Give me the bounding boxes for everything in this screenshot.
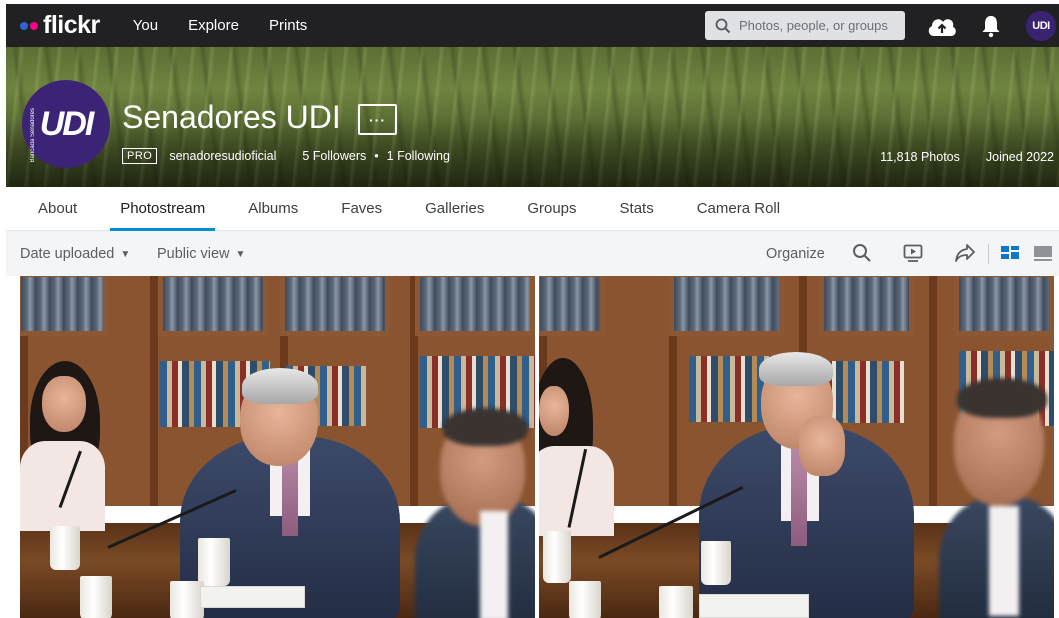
notifications-bell-icon[interactable] (981, 14, 1001, 38)
tab-photostream[interactable]: Photostream (110, 187, 216, 231)
flickr-logo[interactable]: flickr (20, 13, 100, 38)
logo-blue-dot (20, 21, 28, 30)
profile-stats: 11,818 Photos Joined 2022 (880, 150, 1054, 164)
tab-albums[interactable]: Albums (248, 187, 298, 230)
view-dropdown[interactable]: Public view ▼ (157, 246, 245, 262)
tab-about[interactable]: About (38, 187, 77, 230)
photos-count: 11,818 Photos (880, 150, 960, 164)
joined-date: Joined 2022 (985, 150, 1054, 164)
nav-link-prints[interactable]: Prints (269, 17, 307, 34)
photo-tile[interactable] (20, 276, 535, 618)
share-icon[interactable] (954, 243, 976, 263)
tab-groups[interactable]: Groups (527, 187, 576, 230)
more-options-icon: ··· (369, 111, 386, 128)
logo-wordmark: flickr (43, 11, 100, 39)
search-box[interactable] (705, 11, 905, 40)
sort-dropdown[interactable]: Date uploaded ▼ (20, 246, 130, 262)
more-options-button[interactable]: ··· (358, 104, 397, 135)
nav-link-you[interactable]: You (133, 17, 158, 34)
followers-link[interactable]: 5 Followers (302, 149, 366, 163)
chevron-down-icon: ▼ (235, 248, 246, 260)
avatar-side-text: Bancada Senadores (30, 108, 36, 163)
main-nav-links: You Explore Prints (133, 17, 338, 34)
photostream-toolbar: Date uploaded ▼ Public view ▼ Organize (6, 231, 1059, 276)
toolbar-divider (988, 244, 989, 264)
profile-meta: PRO senadoresudioficial 5 Followers • 1 … (122, 148, 450, 164)
avatar-logo-text: UDI (39, 104, 95, 143)
view-dropdown-label: Public view (157, 246, 230, 262)
tab-stats[interactable]: Stats (620, 187, 654, 230)
photo-image (20, 276, 535, 618)
tab-faves[interactable]: Faves (341, 187, 382, 230)
profile-username: senadoresudioficial (169, 149, 277, 163)
search-icon (715, 18, 731, 33)
photo-tile[interactable] (539, 276, 1054, 618)
nav-link-explore[interactable]: Explore (188, 17, 239, 34)
user-avatar[interactable]: UDI (1026, 11, 1056, 41)
slideshow-icon[interactable] (903, 243, 923, 263)
meta-separator: • (374, 149, 379, 163)
profile-title: Senadores UDI (122, 99, 341, 135)
upload-cloud-icon[interactable] (926, 14, 958, 38)
following-link[interactable]: 1 Following (387, 149, 450, 163)
photo-image (539, 276, 1054, 618)
profile-cover-banner: Bancada Senadores UDI Senadores UDI ··· … (6, 47, 1059, 187)
organize-link[interactable]: Organize (766, 246, 825, 262)
search-icon[interactable] (852, 243, 872, 263)
tab-galleries[interactable]: Galleries (425, 187, 484, 230)
single-view-icon[interactable] (1033, 243, 1053, 263)
top-navigation-bar: flickr You Explore Prints UDI (6, 4, 1059, 47)
chevron-down-icon: ▼ (120, 248, 131, 260)
grid-view-icon[interactable] (1000, 243, 1020, 263)
profile-avatar[interactable]: Bancada Senadores UDI (22, 80, 110, 168)
search-input[interactable] (739, 18, 899, 33)
sort-dropdown-label: Date uploaded (20, 246, 115, 262)
pro-badge: PRO (122, 148, 158, 164)
profile-tabs: About Photostream Albums Faves Galleries… (6, 187, 1059, 231)
logo-pink-dot (30, 21, 38, 30)
tab-camera-roll[interactable]: Camera Roll (697, 187, 780, 230)
